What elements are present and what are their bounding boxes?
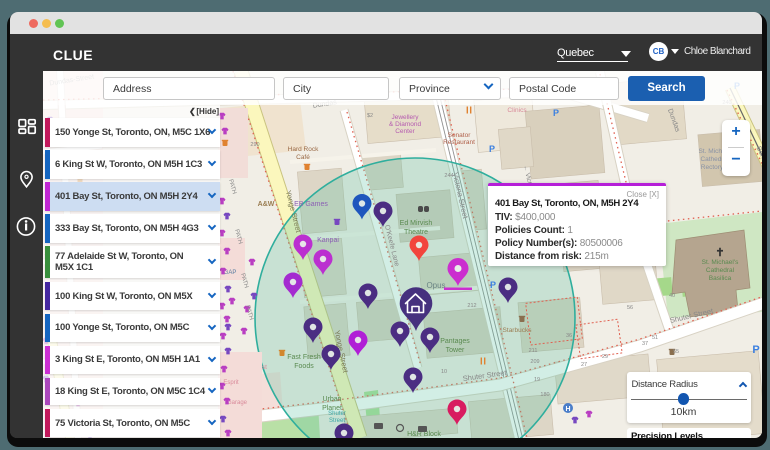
svg-text:Fast Fresh: Fast Fresh <box>287 354 321 361</box>
svg-text:H: H <box>565 406 570 413</box>
svg-text:Tower: Tower <box>446 347 465 354</box>
svg-text:Pantages: Pantages <box>440 338 470 345</box>
svg-text:P: P <box>489 144 495 154</box>
svg-text:Foods: Foods <box>294 363 314 370</box>
svg-text:37: 37 <box>642 341 648 347</box>
svg-text:& Diamond: & Diamond <box>389 121 422 128</box>
svg-text:211: 211 <box>529 348 538 354</box>
svg-text:Café: Café <box>296 154 310 161</box>
svg-text:40: 40 <box>669 293 675 299</box>
svg-text:P: P <box>752 344 759 356</box>
svg-text:Starbucks: Starbucks <box>503 327 533 334</box>
svg-text:H&R Block: H&R Block <box>407 431 441 438</box>
svg-text:Cathedral: Cathedral <box>706 267 735 274</box>
svg-text:Kanpai: Kanpai <box>317 237 339 244</box>
svg-text:Shuter: Shuter <box>328 411 346 417</box>
svg-text:P: P <box>490 280 496 290</box>
svg-text:212: 212 <box>467 303 476 309</box>
svg-text:EB Games: EB Games <box>294 201 328 208</box>
svg-text:Restaurant: Restaurant <box>443 139 475 146</box>
svg-text:Ed Mirvish: Ed Mirvish <box>400 220 433 227</box>
svg-text:36: 36 <box>566 333 572 339</box>
svg-text:27: 27 <box>581 362 587 368</box>
svg-text:Opus: Opus <box>426 281 445 290</box>
svg-text:51: 51 <box>652 335 658 341</box>
svg-text:Center: Center <box>395 128 415 135</box>
svg-text:Garage: Garage <box>227 400 248 406</box>
svg-text:Urban: Urban <box>322 396 341 403</box>
svg-text:10: 10 <box>441 369 447 375</box>
svg-text:A&W: A&W <box>258 201 275 208</box>
svg-text:180: 180 <box>540 392 549 398</box>
svg-text:Street: Street <box>329 418 345 424</box>
svg-text:244: 244 <box>444 173 453 179</box>
svg-text:56: 56 <box>627 305 633 311</box>
svg-text:290: 290 <box>250 142 259 148</box>
svg-text:19: 19 <box>534 377 540 383</box>
svg-text:Hard Rock: Hard Rock <box>288 146 319 153</box>
svg-text:Cathedr: Cathedr <box>700 156 724 163</box>
svg-text:Theatre: Theatre <box>404 229 428 236</box>
svg-text:Clinics: Clinics <box>507 107 527 114</box>
svg-text:29: 29 <box>602 354 608 360</box>
svg-text:Esprit: Esprit <box>223 380 239 386</box>
svg-text:Jewellery: Jewellery <box>391 114 419 121</box>
svg-text:55: 55 <box>673 349 679 355</box>
svg-text:$2: $2 <box>367 113 373 119</box>
svg-text:Basilica: Basilica <box>709 275 732 282</box>
svg-text:P: P <box>553 108 559 118</box>
svg-text:Senator: Senator <box>448 132 472 139</box>
svg-text:Rectory: Rectory <box>701 164 724 171</box>
svg-text:St. Michael's: St. Michael's <box>702 259 739 266</box>
svg-text:209: 209 <box>530 359 539 365</box>
svg-text:✝: ✝ <box>715 247 724 259</box>
